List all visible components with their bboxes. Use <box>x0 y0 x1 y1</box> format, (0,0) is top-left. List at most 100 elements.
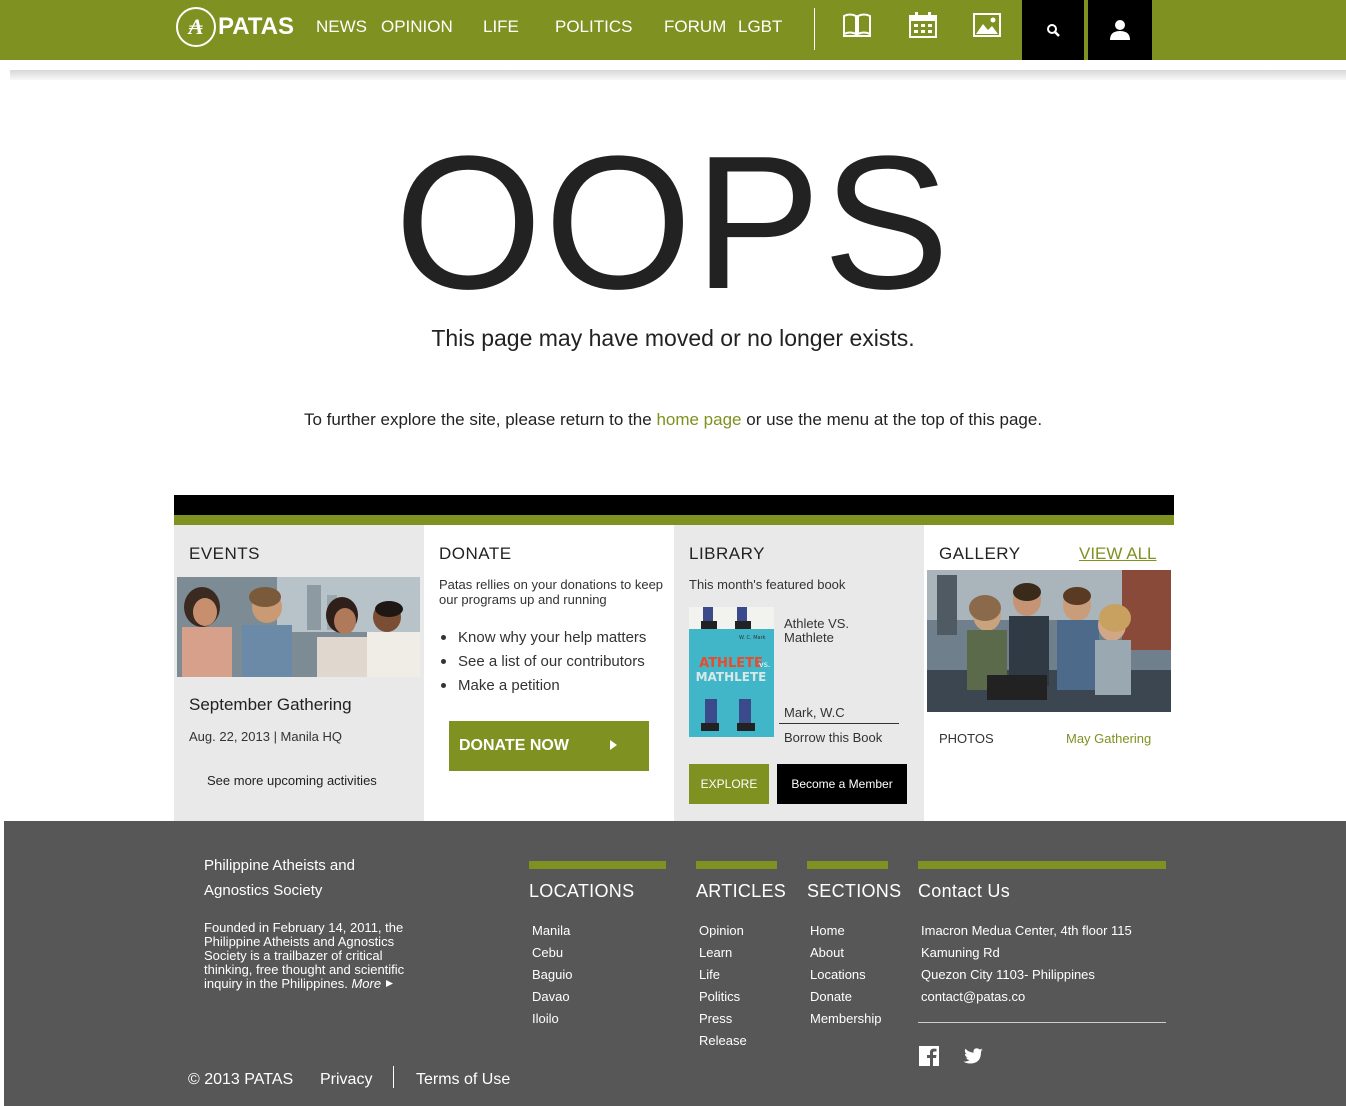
events-people-image <box>177 577 420 677</box>
play-arrow-icon[interactable] <box>385 979 394 988</box>
book-cover[interactable]: W. C. Mark ATHLETE vs. MATHLETE <box>689 607 774 737</box>
more-link[interactable]: More <box>351 976 381 991</box>
book-title[interactable]: Athlete VS. Mathlete <box>784 617 874 645</box>
footer-articles: ARTICLES Opinion Learn Life Politics Pre… <box>696 861 786 1052</box>
donate-panel: DONATE Patas rellies on your donations t… <box>424 525 674 821</box>
sections-list: Home About Locations Donate Membership <box>810 920 888 1030</box>
nav-item-politics[interactable]: POLITICS <box>555 17 632 37</box>
events-panel: EVENTS September Gathering Aug. 22, 2013… <box>174 525 424 821</box>
bullet-icon <box>441 635 446 640</box>
more-activities-link[interactable]: See more upcoming activities <box>207 773 377 788</box>
borrow-book-link[interactable]: Borrow this Book <box>784 730 882 745</box>
photos-label: PHOTOS <box>939 731 994 746</box>
section-locations[interactable]: Locations <box>810 964 888 986</box>
article-press[interactable]: Press <box>699 1008 777 1030</box>
cover-title-vs: vs. <box>759 660 770 669</box>
search-icon <box>1047 24 1060 37</box>
sections-title: SECTIONS <box>807 881 902 901</box>
nav-item-lgbt[interactable]: LGBT <box>738 17 782 37</box>
footer-sections: SECTIONS Home About Locations Donate Mem… <box>807 861 902 1030</box>
list-item[interactable]: Make a petition <box>439 677 646 694</box>
search-button[interactable] <box>1022 0 1084 60</box>
article-learn[interactable]: Learn <box>699 942 777 964</box>
article-politics[interactable]: Politics <box>699 986 777 1008</box>
image-icon[interactable] <box>972 12 1002 38</box>
gallery-photo[interactable] <box>927 570 1171 712</box>
user-icon <box>1110 20 1130 40</box>
patas-logo[interactable]: ₳ PATAS <box>176 6 294 48</box>
contact-address-line-1: Imacron Medua Center, 4th floor 115 <box>921 923 1132 938</box>
donate-link-petition[interactable]: Make a petition <box>458 677 560 694</box>
contact-address-line-2: Kamuning Rd <box>921 945 1000 960</box>
top-navigation-bar: ₳ PATAS NEWS OPINION LIFE POLITICS FORUM… <box>0 0 1346 60</box>
section-divider-green <box>174 515 1174 525</box>
contact-list: Imacron Medua Center, 4th floor 115 Kamu… <box>921 920 1166 1008</box>
gallery-panel: GALLERY VIEW ALL PHOTOS May Gathering <box>924 525 1174 821</box>
event-name[interactable]: September Gathering <box>189 695 352 715</box>
article-life[interactable]: Life <box>699 964 777 986</box>
events-title: EVENTS <box>189 544 261 563</box>
contact-divider <box>918 1022 1166 1023</box>
donate-link-why[interactable]: Know why your help matters <box>458 629 646 646</box>
error-subtitle: This page may have moved or no longer ex… <box>431 325 915 351</box>
donate-title: DONATE <box>439 544 512 563</box>
become-member-button[interactable]: Become a Member <box>777 764 907 804</box>
column-accent-bar <box>529 861 666 869</box>
articles-list: Opinion Learn Life Politics Press Releas… <box>699 920 777 1052</box>
cover-title-mathlete: MATHLETE <box>696 670 767 684</box>
section-home[interactable]: Home <box>810 920 888 942</box>
gallery-title: GALLERY <box>939 544 1021 563</box>
location-davao[interactable]: Davao <box>532 986 666 1008</box>
org-name: Philippine Atheists and Agnostics Societ… <box>204 857 355 899</box>
donate-links: Know why your help matters See a list of… <box>439 629 646 701</box>
donate-link-contributors[interactable]: See a list of our contributors <box>458 653 645 670</box>
calendar-icon[interactable] <box>908 12 938 38</box>
events-photo[interactable] <box>177 577 420 677</box>
footer-locations: LOCATIONS Manila Cebu Baguio Davao Iloil… <box>529 861 666 1030</box>
error-headline: OOPS <box>394 117 952 329</box>
list-item[interactable]: See a list of our contributors <box>439 653 646 670</box>
location-iloilo[interactable]: Iloilo <box>532 1008 666 1030</box>
nav-item-opinion[interactable]: OPINION <box>381 17 453 37</box>
gallery-caption-link[interactable]: May Gathering <box>1066 731 1151 746</box>
privacy-link[interactable]: Privacy <box>320 1071 372 1089</box>
copyright-text: © 2013 PATAS <box>188 1071 294 1088</box>
article-release[interactable]: Release <box>699 1030 777 1052</box>
terms-link[interactable]: Terms of Use <box>416 1071 510 1089</box>
book-icon[interactable] <box>842 12 872 38</box>
view-all-link[interactable]: VIEW ALL <box>1079 544 1156 564</box>
donate-description: Patas rellies on your donations to keep … <box>439 577 664 607</box>
header-shadow <box>10 70 1346 80</box>
donate-now-label: DONATE NOW <box>459 737 569 754</box>
explore-text-after: or use the menu at the top of this page. <box>741 410 1043 429</box>
nav-item-news[interactable]: NEWS <box>316 17 367 37</box>
explore-button[interactable]: EXPLORE <box>689 764 769 804</box>
event-date: Aug. 22, 2013 | Manila HQ <box>189 729 342 744</box>
location-manila[interactable]: Manila <box>532 920 666 942</box>
location-cebu[interactable]: Cebu <box>532 942 666 964</box>
user-account-button[interactable] <box>1088 0 1152 60</box>
play-arrow-icon <box>610 740 617 750</box>
logo-text: PATAS <box>218 13 294 40</box>
org-description: Founded in February 14, 2011, the Philip… <box>204 921 409 991</box>
column-accent-bar <box>696 861 777 869</box>
library-subtitle: This month's featured book <box>689 577 846 592</box>
nav-item-forum[interactable]: FORUM <box>664 17 726 37</box>
section-about[interactable]: About <box>810 942 888 964</box>
nav-item-life[interactable]: LIFE <box>483 17 519 37</box>
home-page-link[interactable]: home page <box>656 410 741 429</box>
contact-email[interactable]: contact@patas.co <box>921 986 1166 1008</box>
section-membership[interactable]: Membership <box>810 1008 888 1030</box>
section-donate[interactable]: Donate <box>810 986 888 1008</box>
twitter-icon[interactable] <box>962 1045 984 1067</box>
list-item[interactable]: Know why your help matters <box>439 629 646 646</box>
donate-now-button[interactable]: DONATE NOW <box>449 721 649 771</box>
column-accent-bar <box>807 861 888 869</box>
site-footer: Philippine Atheists and Agnostics Societ… <box>4 821 1346 1106</box>
location-baguio[interactable]: Baguio <box>532 964 666 986</box>
article-opinion[interactable]: Opinion <box>699 920 777 942</box>
locations-list: Manila Cebu Baguio Davao Iloilo <box>532 920 666 1030</box>
nav-divider <box>814 8 815 50</box>
facebook-icon[interactable] <box>918 1045 940 1067</box>
book-cover-art: W. C. Mark ATHLETE vs. MATHLETE <box>689 607 774 737</box>
